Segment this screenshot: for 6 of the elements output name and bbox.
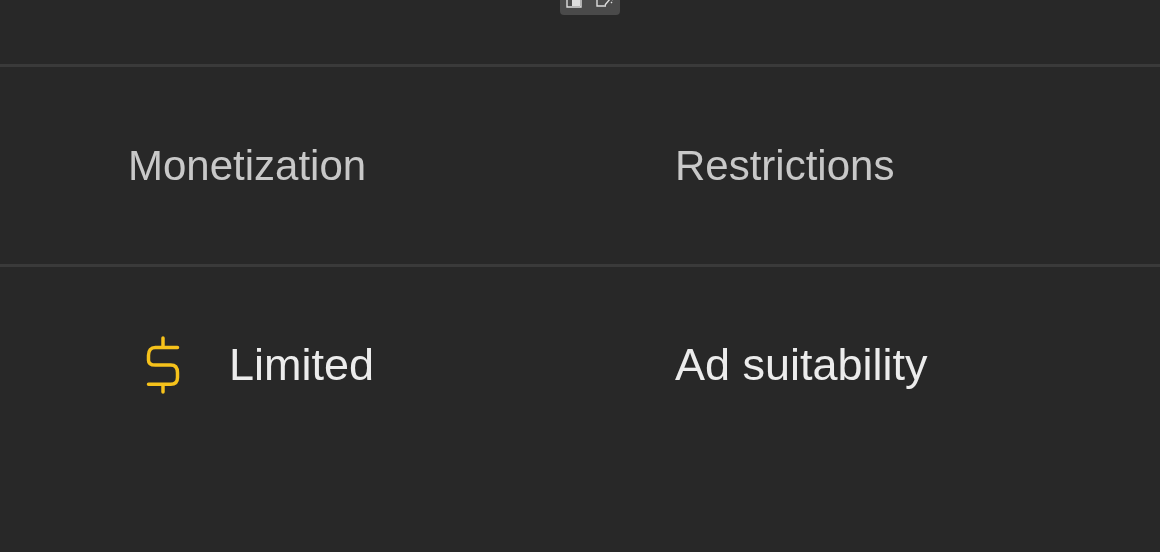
column-header: Monetization [128, 141, 368, 190]
dollar-icon [145, 336, 181, 394]
monetization-status: Limited [229, 339, 375, 391]
window-icon[interactable] [566, 0, 582, 9]
restriction-text: Ad suitability [675, 339, 928, 391]
column-header: Restrictions [675, 141, 896, 190]
